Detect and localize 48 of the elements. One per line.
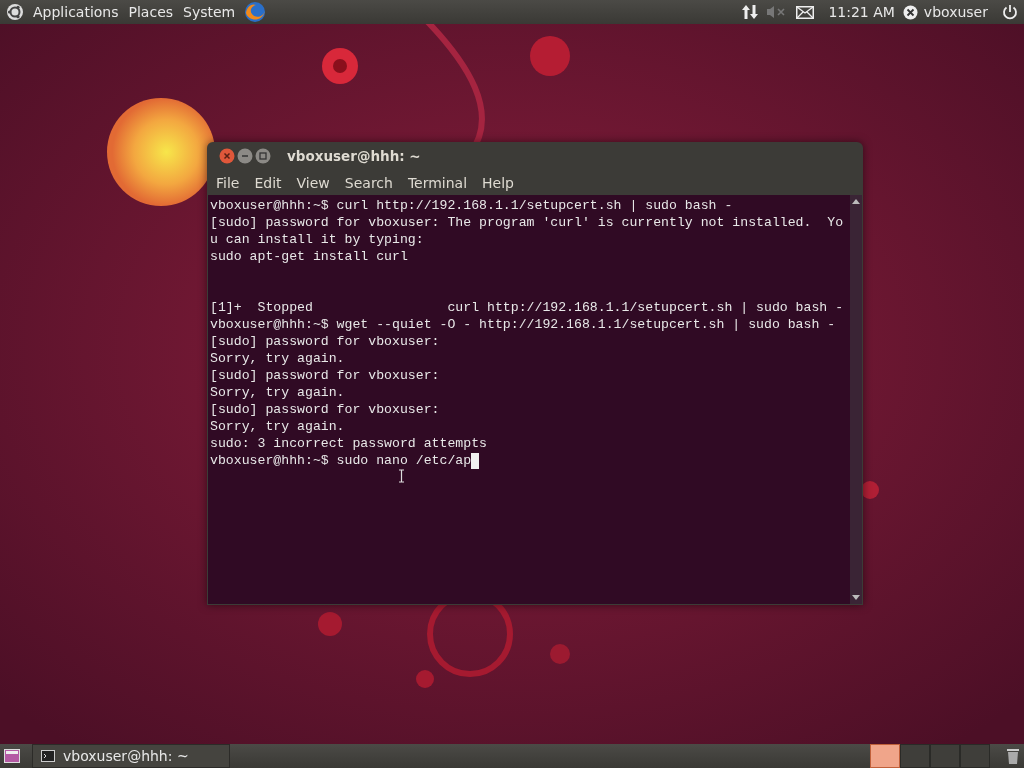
- terminal-line: vboxuser@hhh:~$ wget --quiet -O - http://192.168.1.1/setupcert.sh | sudo bash -: [210, 316, 836, 333]
- globe-icon[interactable]: [244, 1, 267, 23]
- terminal-line: sudo: 3 incorrect password attempts: [210, 435, 487, 452]
- terminal-line: vboxuser@hhh:~$ curl http://192.168.1.1/setupcert.sh | sudo bash -: [210, 197, 733, 214]
- terminal-icon: [41, 750, 55, 762]
- menu-item[interactable]: View: [296, 174, 330, 191]
- clock[interactable]: 11:21 AM: [828, 4, 895, 20]
- terminal-line: [sudo] password for vboxuser:: [210, 333, 440, 350]
- menu-item[interactable]: File: [216, 174, 240, 191]
- i-beam-cursor-icon: [398, 469, 405, 483]
- menu-item[interactable]: Edit: [254, 174, 282, 191]
- terminal-line: sudo apt-get install curl: [210, 248, 408, 265]
- terminal-line: Sorry, try again.: [210, 350, 345, 367]
- terminal-line: vboxuser@hhh:~$ sudo nano /etc/ap: [210, 452, 472, 469]
- minimize-button[interactable]: [237, 148, 253, 164]
- show-desktop-icon[interactable]: [4, 749, 20, 763]
- panel-menu[interactable]: System: [182, 4, 237, 20]
- terminal-line: u can install it by typing:: [210, 231, 424, 248]
- menu-item[interactable]: Terminal: [407, 174, 468, 191]
- panel-menu[interactable]: Applications: [32, 4, 120, 20]
- window-title: vboxuser@hhh: ~: [287, 148, 421, 164]
- ubuntu-logo-icon[interactable]: [6, 3, 24, 21]
- terminal-line: [sudo] password for vboxuser:: [210, 367, 440, 384]
- workspace-switcher-item[interactable]: [870, 744, 900, 768]
- scrollbar[interactable]: [850, 195, 862, 604]
- menu-item[interactable]: Search: [344, 174, 393, 191]
- terminal-line: Sorry, try again.: [210, 418, 345, 435]
- menu-item[interactable]: Help: [482, 174, 514, 191]
- scroll-down-icon[interactable]: [852, 595, 860, 600]
- mail-icon[interactable]: [796, 5, 815, 19]
- text-cursor: [471, 452, 480, 469]
- workspace-switcher-item[interactable]: [930, 744, 960, 768]
- user-name[interactable]: vboxuser: [923, 4, 988, 20]
- workspace-switcher-item[interactable]: [960, 744, 990, 768]
- power-icon[interactable]: [1002, 4, 1018, 20]
- taskbar-button[interactable]: vboxuser@hhh: ~: [32, 744, 230, 768]
- maximize-button[interactable]: [255, 148, 271, 164]
- panel-menu[interactable]: Places: [127, 4, 175, 20]
- terminal-line: [sudo] password for vboxuser:: [210, 401, 440, 418]
- workspace-switcher-item[interactable]: [900, 744, 930, 768]
- network-arrows-icon[interactable]: [742, 4, 759, 20]
- user-status-icon[interactable]: [902, 4, 918, 20]
- close-button[interactable]: [219, 148, 235, 164]
- terminal-line: [1]+ Stopped curl http://192.168.1.1/setupcert.sh | sudo bash -: [210, 299, 844, 316]
- terminal-line: [sudo] password for vboxuser: The program 'curl' is currently not installed. Yo: [210, 214, 844, 231]
- terminal-line: Sorry, try again.: [210, 384, 345, 401]
- scroll-up-icon[interactable]: [852, 199, 860, 204]
- trash-icon[interactable]: [1006, 747, 1020, 765]
